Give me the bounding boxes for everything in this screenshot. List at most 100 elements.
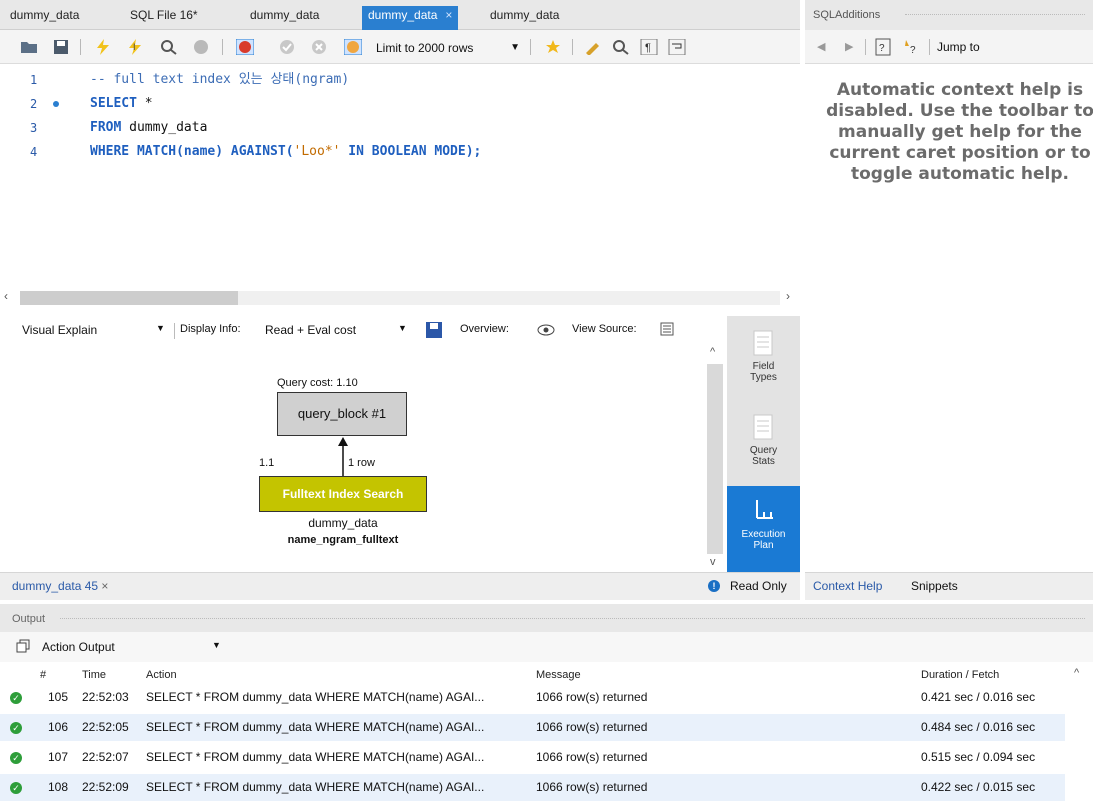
explain-icon[interactable] [160, 39, 178, 55]
scroll-up-icon[interactable]: ^ [710, 346, 715, 358]
chevron-down-icon[interactable]: ▼ [398, 323, 407, 333]
close-icon[interactable]: × [101, 579, 108, 593]
row-action: SELECT * FROM dummy_data WHERE MATCH(nam… [146, 750, 485, 764]
beautify-icon[interactable] [584, 39, 602, 55]
row-action: SELECT * FROM dummy_data WHERE MATCH(nam… [146, 690, 485, 704]
limit-rows-select[interactable]: Limit to 2000 rows ▼ [372, 38, 522, 58]
code-text: SELECT * [90, 92, 153, 116]
copy-icon[interactable] [16, 639, 30, 653]
svg-text:¶: ¶ [645, 42, 651, 54]
svg-text:?: ? [879, 43, 885, 54]
chevron-down-icon[interactable]: ▼ [212, 640, 221, 650]
tab-context-help[interactable]: Context Help [813, 579, 882, 593]
separator [174, 323, 175, 339]
header-divider [60, 618, 1085, 619]
wrap-icon[interactable] [668, 39, 686, 55]
visual-explain-toolbar: Visual Explain ▼ Display Info: Read + Ev… [0, 316, 725, 344]
favorite-icon[interactable] [544, 39, 562, 55]
table-row[interactable]: ✓ 107 22:52:07 SELECT * FROM dummy_data … [0, 744, 1065, 771]
column-header: Time [82, 669, 107, 681]
keyword: WHERE MATCH [90, 144, 177, 159]
back-icon[interactable]: ◀ [817, 40, 825, 53]
sql-toolbar: I Limit to 2000 rows ▼ ¶ [0, 30, 800, 64]
code-line: 2 SELECT * [0, 92, 800, 116]
autocommit-icon[interactable] [344, 39, 362, 55]
info-icon: ! [708, 580, 720, 592]
line-number: 3 [30, 121, 38, 135]
tab-dummy-data-3[interactable]: dummy_data [484, 6, 565, 30]
query-stats-button[interactable]: Query Stats [727, 406, 800, 482]
scroll-right-icon[interactable]: › [786, 289, 790, 303]
row-time: 22:52:05 [82, 720, 129, 734]
explain-vertical-scrollbar[interactable]: ^ v [705, 344, 725, 572]
forward-icon[interactable]: ▶ [845, 40, 853, 53]
tab-dummy-data-active[interactable]: dummy_data × [362, 6, 459, 30]
table-row[interactable]: ✓ 108 22:52:09 SELECT * FROM dummy_data … [0, 774, 1065, 801]
scroll-thumb[interactable] [707, 364, 723, 554]
table-row[interactable]: ✓ 105 22:52:03 SELECT * FROM dummy_data … [0, 684, 1065, 711]
scroll-left-icon[interactable]: ‹ [4, 289, 8, 303]
tab-sql-file-16[interactable]: SQL File 16* [124, 6, 204, 30]
code-text: FROM dummy_data [90, 116, 207, 140]
sql-editor[interactable]: 1 -- full text index 있는 상태(ngram) 2 SELE… [0, 64, 800, 284]
view-mode-select[interactable]: Visual Explain [22, 323, 97, 337]
save-icon[interactable] [52, 39, 70, 55]
toggle-continue-icon[interactable] [236, 39, 254, 55]
row-time: 22:52:03 [82, 690, 129, 704]
success-icon: ✓ [10, 692, 22, 704]
find-icon[interactable] [612, 39, 630, 55]
stop-icon[interactable] [192, 39, 210, 55]
execute-icon[interactable] [94, 39, 112, 55]
scroll-up-icon[interactable]: ^ [1074, 667, 1079, 679]
edge-cost-label: 1.1 [259, 457, 275, 469]
overview-icon[interactable] [536, 322, 556, 338]
row-duration: 0.422 sec / 0.015 sec [921, 780, 1036, 794]
button-label: Types [750, 372, 777, 383]
keyword: FROM [90, 120, 122, 135]
open-folder-icon[interactable] [20, 39, 38, 55]
result-side-panel: Field Types Query Stats Execution Plan [727, 316, 800, 572]
tab-dummy-data-1[interactable]: dummy_data [4, 6, 85, 30]
rollback-icon[interactable] [310, 39, 328, 55]
output-type-select[interactable]: Action Output [42, 640, 115, 654]
invisible-chars-icon[interactable]: ¶ [640, 39, 658, 55]
row-action: SELECT * FROM dummy_data WHERE MATCH(nam… [146, 780, 485, 794]
display-info-select[interactable]: Read + Eval cost [265, 323, 356, 337]
table-row[interactable]: ✓ 106 22:52:05 SELECT * FROM dummy_data … [0, 714, 1065, 741]
tab-dummy-data-2[interactable]: dummy_data [244, 6, 325, 30]
auto-help-icon[interactable]: ? [903, 38, 921, 56]
chevron-down-icon[interactable]: ▼ [156, 323, 165, 333]
index-name-label: name_ngram_fulltext [287, 534, 399, 546]
column-header: # [40, 669, 47, 681]
visual-explain-canvas[interactable]: Query cost: 1.10 query_block #1 1.1 1 ro… [0, 344, 725, 572]
jump-to-select[interactable]: Jump to [937, 40, 980, 54]
column-header: Action [146, 669, 177, 681]
query-block-node[interactable]: query_block #1 [277, 392, 407, 436]
svg-text:I: I [133, 42, 136, 52]
scroll-thumb[interactable] [20, 291, 238, 305]
save-plan-icon[interactable] [425, 321, 443, 339]
output-header: Output [0, 604, 1093, 632]
table-name-label: dummy_data [308, 516, 378, 530]
manual-help-icon[interactable]: ? [875, 38, 891, 56]
execute-current-icon[interactable]: I [126, 39, 144, 55]
commit-icon[interactable] [278, 39, 296, 55]
result-tab[interactable]: dummy_data 45 × [12, 579, 108, 593]
scroll-down-icon[interactable]: v [710, 556, 716, 568]
row-number: 107 [48, 750, 69, 764]
editor-horizontal-scrollbar[interactable]: ‹ › [0, 284, 800, 312]
sql-additions-toolbar: ◀ ▶ ? ? Jump to [805, 30, 1093, 64]
chevron-down-icon: ▼ [510, 42, 520, 53]
tab-snippets[interactable]: Snippets [911, 579, 958, 593]
context-help-panel: Automatic context help is disabled. Use … [805, 64, 1093, 572]
code-comment: -- full text index 있는 상태(ngram) [90, 72, 350, 87]
field-types-button[interactable]: Field Types [727, 322, 800, 398]
fulltext-index-search-node[interactable]: Fulltext Index Search [259, 476, 427, 512]
separator [929, 39, 930, 55]
execution-plan-button[interactable]: Execution Plan [727, 486, 800, 572]
sql-additions-tabs: Context Help Snippets [805, 572, 1093, 600]
view-source-icon[interactable] [660, 322, 674, 336]
code-rest: ); [465, 144, 482, 159]
line-number: 4 [30, 145, 38, 159]
close-icon[interactable]: × [445, 8, 452, 22]
